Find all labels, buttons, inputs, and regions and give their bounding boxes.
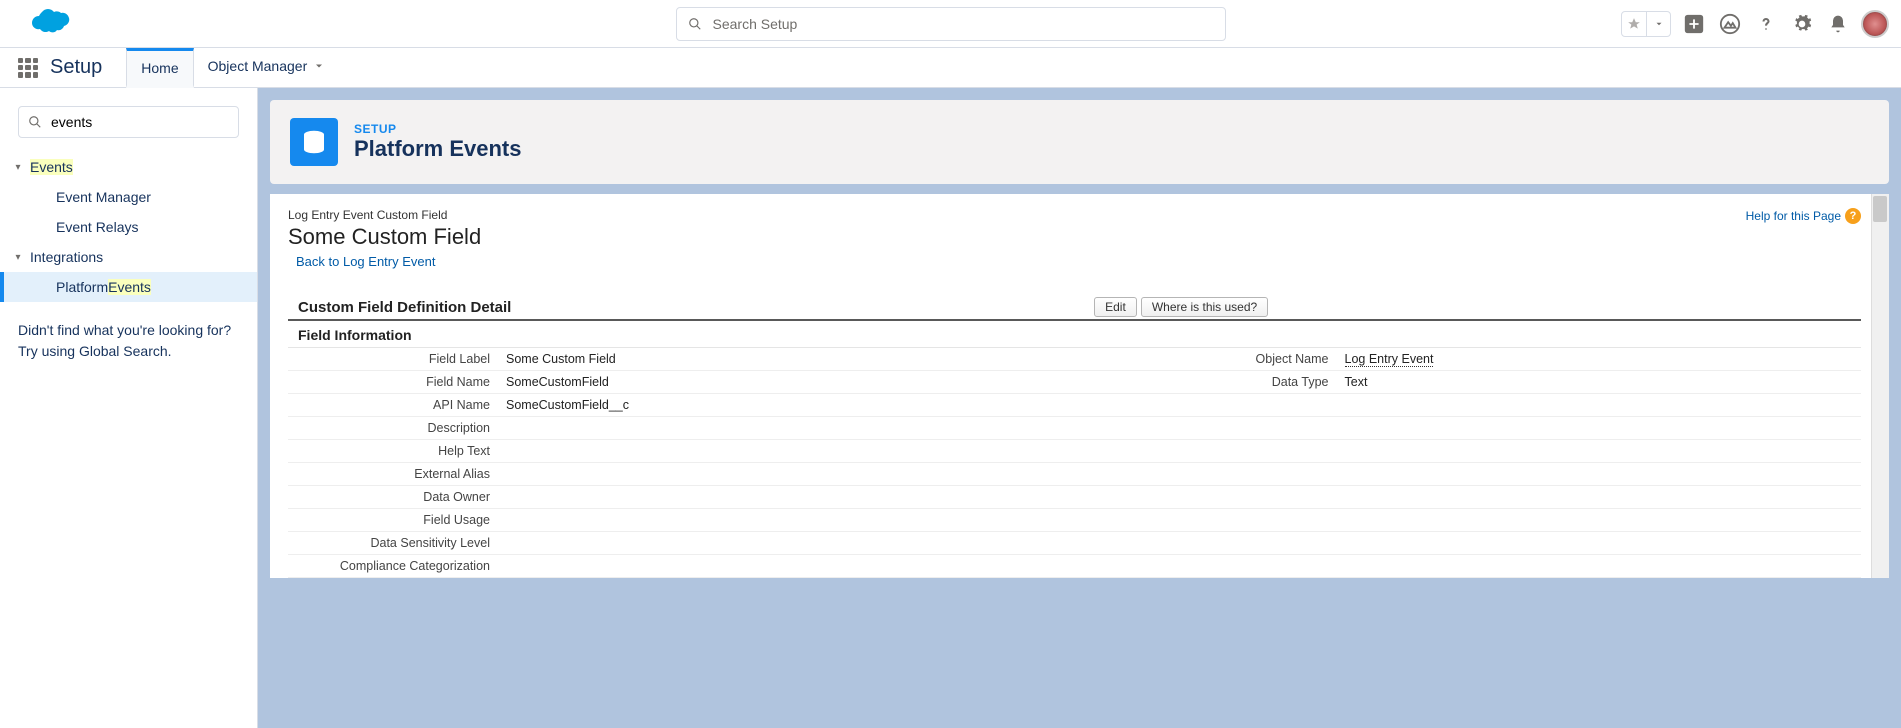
star-icon[interactable] <box>1622 12 1646 36</box>
api-name-label: API Name <box>288 394 498 417</box>
sidebar-group-integrations[interactable]: ▾ Integrations <box>0 242 257 272</box>
table-row: Data Sensitivity Level <box>288 532 1861 555</box>
search-icon <box>28 115 42 129</box>
data-type-label: Data Type <box>1127 371 1337 394</box>
salesforce-logo[interactable] <box>12 6 72 42</box>
help-icon[interactable] <box>1753 11 1779 37</box>
favorites-dropdown-icon[interactable] <box>1646 12 1670 36</box>
sidebar-search-input[interactable] <box>18 106 239 138</box>
compliance-label: Compliance Categorization <box>288 555 498 578</box>
field-label-value: Some Custom Field <box>498 348 1127 371</box>
where-used-button[interactable]: Where is this used? <box>1141 297 1268 317</box>
external-alias-value <box>498 463 1861 486</box>
object-name-label: Object Name <box>1127 348 1337 371</box>
description-value <box>498 417 1861 440</box>
detail-panel: Log Entry Event Custom Field Some Custom… <box>270 194 1889 578</box>
global-header <box>0 0 1901 48</box>
sidebar-item-platform-events[interactable]: Platform Events <box>0 272 257 302</box>
table-row: Field Name SomeCustomField Data Type Tex… <box>288 371 1861 394</box>
header-actions <box>1621 10 1889 38</box>
field-usage-value <box>498 509 1861 532</box>
help-icon: ? <box>1845 208 1861 224</box>
help-for-page-link[interactable]: Help for this Page ? <box>1746 208 1861 224</box>
table-row: Field Usage <box>288 509 1861 532</box>
sidebar-item-event-relays[interactable]: Event Relays <box>0 212 257 242</box>
table-row: API Name SomeCustomField__c <box>288 394 1861 417</box>
help-for-page-label: Help for this Page <box>1746 209 1841 223</box>
global-search-wrap <box>676 7 1226 41</box>
gear-icon[interactable] <box>1789 11 1815 37</box>
table-row: Data Owner <box>288 486 1861 509</box>
tab-object-manager[interactable]: Object Manager <box>194 48 340 88</box>
help-text-label: Help Text <box>288 440 498 463</box>
sidebar-footer-line1: Didn't find what you're looking for? <box>18 320 239 341</box>
context-nav: Setup Home Object Manager <box>0 48 1901 88</box>
field-usage-label: Field Usage <box>288 509 498 532</box>
description-label: Description <box>288 417 498 440</box>
table-row: Compliance Categorization <box>288 555 1861 578</box>
sidebar-group-events[interactable]: ▾ Events <box>0 152 257 182</box>
chevron-down-icon: ▾ <box>10 252 26 263</box>
compliance-value <box>498 555 1861 578</box>
field-label-label: Field Label <box>288 348 498 371</box>
table-row: Description <box>288 417 1861 440</box>
field-name-label: Field Name <box>288 371 498 394</box>
help-text-value <box>498 440 1861 463</box>
back-link[interactable]: Back to Log Entry Event <box>296 254 435 269</box>
avatar[interactable] <box>1861 10 1889 38</box>
app-name: Setup <box>50 56 102 79</box>
platform-events-icon <box>290 118 338 166</box>
record-title: Some Custom Field <box>288 224 1746 250</box>
sidebar-item-platform-events-hl: Events <box>108 279 151 295</box>
sidebar-item-platform-events-pre: Platform <box>56 279 108 295</box>
field-name-value: SomeCustomField <box>498 371 1127 394</box>
app-launcher-icon[interactable] <box>18 58 38 78</box>
page-header: SETUP Platform Events <box>270 100 1889 184</box>
tab-object-manager-label: Object Manager <box>208 58 308 74</box>
sidebar-group-events-label: Events <box>30 159 73 175</box>
subsection-title: Field Information <box>288 321 1861 348</box>
chevron-down-icon <box>313 60 325 72</box>
global-search-input[interactable] <box>676 7 1226 41</box>
tab-home[interactable]: Home <box>126 48 193 88</box>
setup-sidebar: ▾ Events Event Manager Event Relays ▾ In… <box>0 88 258 728</box>
add-icon[interactable] <box>1681 11 1707 37</box>
data-sensitivity-label: Data Sensitivity Level <box>288 532 498 555</box>
main-content: SETUP Platform Events Log Entry Event Cu… <box>258 88 1901 728</box>
table-row: Field Label Some Custom Field Object Nam… <box>288 348 1861 371</box>
scrollbar[interactable] <box>1871 194 1889 578</box>
chevron-down-icon: ▾ <box>10 162 26 173</box>
sidebar-footer-line2: Try using Global Search. <box>18 341 239 362</box>
edit-button[interactable]: Edit <box>1094 297 1137 317</box>
data-type-value: Text <box>1337 371 1862 394</box>
object-name-link[interactable]: Log Entry Event <box>1345 352 1434 367</box>
page-eyebrow: SETUP <box>354 122 522 136</box>
sidebar-footer: Didn't find what you're looking for? Try… <box>0 302 257 380</box>
data-owner-label: Data Owner <box>288 486 498 509</box>
favorites-combo <box>1621 11 1671 37</box>
external-alias-label: External Alias <box>288 463 498 486</box>
trailhead-icon[interactable] <box>1717 11 1743 37</box>
field-info-table: Field Label Some Custom Field Object Nam… <box>288 348 1861 578</box>
page-title: Platform Events <box>354 136 522 162</box>
search-icon <box>688 17 702 31</box>
api-name-value: SomeCustomField__c <box>498 394 1861 417</box>
sidebar-item-event-manager[interactable]: Event Manager <box>0 182 257 212</box>
bell-icon[interactable] <box>1825 11 1851 37</box>
section-title: Custom Field Definition Detail <box>298 299 511 316</box>
breadcrumb: Log Entry Event Custom Field <box>288 208 1746 222</box>
table-row: Help Text <box>288 440 1861 463</box>
data-owner-value <box>498 486 1861 509</box>
data-sensitivity-value <box>498 532 1861 555</box>
table-row: External Alias <box>288 463 1861 486</box>
sidebar-group-integrations-label: Integrations <box>30 249 103 265</box>
